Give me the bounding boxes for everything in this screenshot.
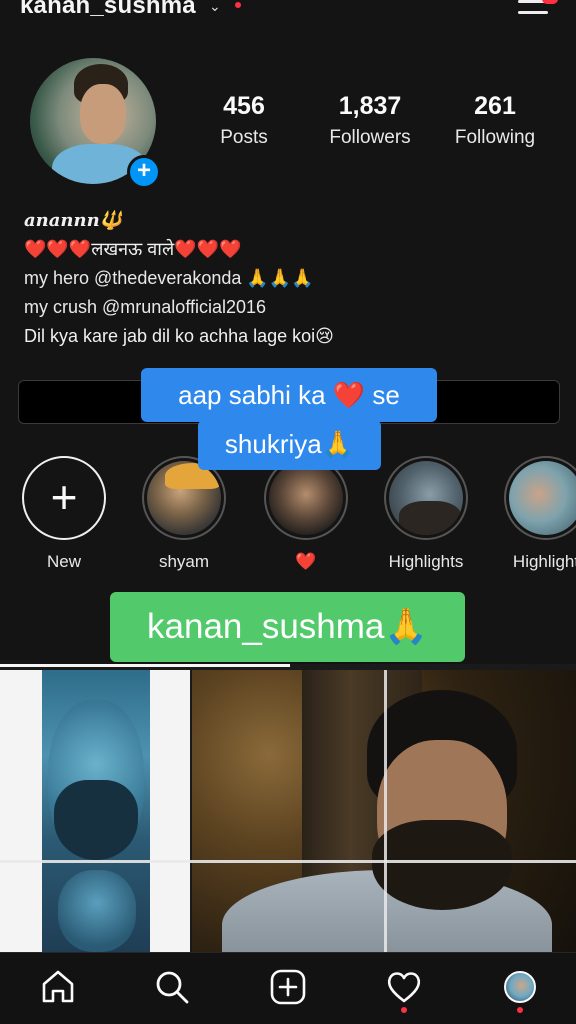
highlight-item[interactable]: Highlight (500, 456, 576, 572)
add-story-plus-icon[interactable]: + (127, 155, 161, 189)
bio-line[interactable]: my hero @thedeverakonda 🙏🙏🙏 (24, 264, 544, 293)
highlight-item[interactable]: ❤️ (260, 456, 352, 572)
post-thumbnail[interactable] (0, 670, 190, 952)
highlight-item[interactable]: Highlights (380, 456, 472, 572)
stat-posts[interactable]: 456 Posts (184, 92, 304, 149)
heart-icon[interactable] (384, 967, 424, 1007)
grid-divider (384, 670, 387, 952)
highlight-label: ❤️ (295, 552, 317, 571)
account-username[interactable]: kanan_sushma (20, 0, 196, 20)
highlight-label: Highlights (388, 552, 464, 571)
stat-following[interactable]: 261 Following (435, 92, 555, 149)
create-post-icon[interactable] (268, 967, 308, 1007)
caption-overlay: shukriya🙏 (198, 420, 381, 470)
profile-notification-dot (517, 1007, 523, 1013)
bio-line[interactable]: my crush @mrunalofficial2016 (24, 293, 544, 322)
bio-line: ❤️❤️❤️लखनऊ वाले❤️❤️❤️ (24, 239, 242, 259)
chevron-down-icon[interactable]: ⌄ (209, 0, 221, 15)
activity-notification-dot (401, 1007, 407, 1013)
caption-overlay: aap sabhi ka ❤️ se (141, 368, 437, 422)
posts-count: 456 (223, 92, 265, 120)
posts-label: Posts (220, 127, 268, 148)
following-count: 261 (474, 92, 516, 120)
hamburger-menu-icon[interactable] (518, 0, 558, 20)
grid-tab-indicator (0, 664, 290, 667)
notification-dot (235, 2, 241, 8)
profile-avatar[interactable] (500, 967, 540, 1007)
highlight-label: shyam (158, 552, 210, 571)
search-icon[interactable] (152, 967, 192, 1007)
home-icon[interactable] (38, 967, 78, 1007)
following-label: Following (454, 127, 536, 148)
highlight-item[interactable]: shyam (138, 456, 230, 572)
profile-bio: anannn🔱 ❤️❤️❤️लखनऊ वाले❤️❤️❤️ my hero @t… (24, 206, 544, 351)
top-bar: kanan_sushma ⌄ (0, 0, 576, 30)
followers-label: Followers (329, 127, 411, 148)
highlight-label: Highlight (512, 552, 576, 571)
bottom-navigation (0, 952, 576, 1024)
name-caption-overlay: kanan_sushma🙏 (110, 592, 465, 662)
bio-name: anannn🔱 (24, 210, 123, 231)
followers-count: 1,837 (338, 92, 402, 120)
highlight-cover (389, 461, 463, 535)
grid-divider (0, 860, 576, 863)
highlight-new[interactable]: + New (18, 456, 110, 572)
bio-line: Dil kya kare jab dil ko achha lage koi😢 (24, 326, 334, 346)
highlight-cover (147, 461, 221, 535)
stat-followers[interactable]: 1,837 Followers (310, 92, 430, 149)
highlight-cover (509, 461, 576, 535)
menu-notification-badge (542, 0, 558, 4)
plus-icon: + (22, 456, 106, 540)
highlight-cover (269, 461, 343, 535)
highlight-label: New (46, 552, 81, 571)
